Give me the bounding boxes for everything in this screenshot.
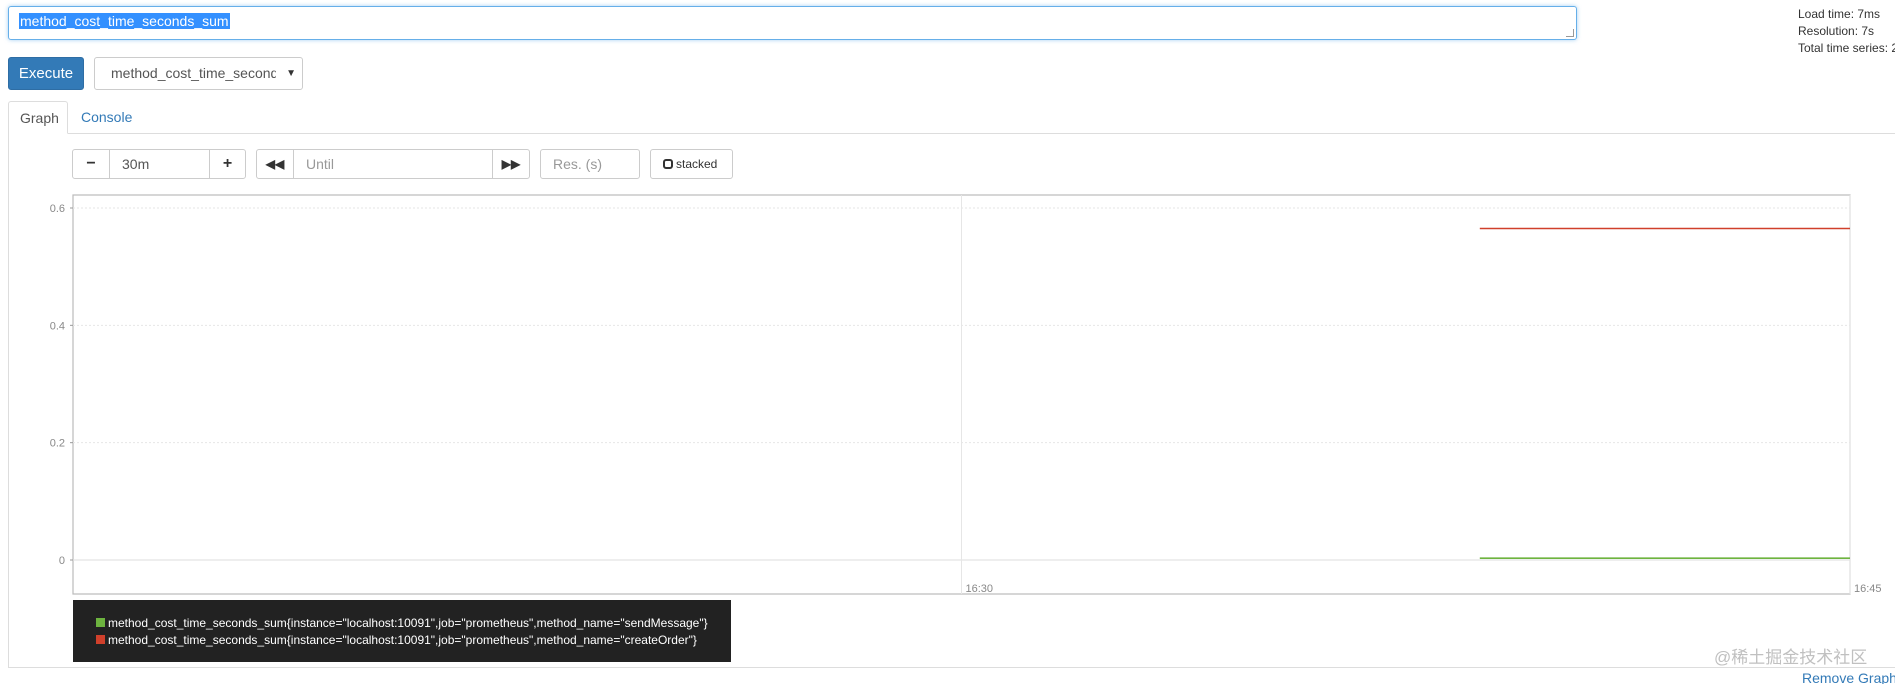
minus-icon: −	[86, 155, 96, 172]
x-tick-label: 16:45	[1854, 583, 1882, 595]
prometheus-query-page: method_cost_time_seconds_sum Load time: …	[0, 0, 1895, 684]
stacked-toggle-button[interactable]: stacked	[650, 149, 733, 179]
metric-select-value: method_cost_time_seconds_sum	[111, 65, 276, 81]
legend: method_cost_time_seconds_sum{instance="l…	[73, 600, 731, 662]
legend-label: method_cost_time_seconds_sum{instance="l…	[108, 616, 708, 630]
y-tick-label: 0.4	[50, 320, 65, 332]
expression-text: method_cost_time_seconds_sum	[19, 13, 230, 29]
y-tick-label: 0.6	[50, 203, 65, 215]
range-increase-button[interactable]: +	[209, 149, 246, 179]
time-back-button[interactable]: ◀◀	[256, 149, 294, 179]
caret-down-icon: ▼	[286, 68, 296, 79]
total-time-series: Total time series: 2	[1798, 41, 1895, 55]
forward-icon: ▶▶	[501, 157, 521, 171]
plus-icon: +	[222, 155, 233, 172]
resolution-stat: Resolution: 7s	[1798, 24, 1875, 38]
range-input[interactable]: 30m	[109, 149, 210, 179]
until-input[interactable]: Until	[293, 149, 493, 179]
resolution-input[interactable]: Res. (s)	[540, 149, 640, 179]
load-time: Load time: 7ms	[1798, 7, 1881, 21]
watermark: @稀土掘金技术社区	[1714, 648, 1868, 667]
execute-button[interactable]: Execute	[8, 57, 84, 90]
query-stats: Load time: 7ms Resolution: 7s Total time…	[1798, 6, 1895, 57]
line-chart[interactable]: 0 0.2 0.4 0.6 16:30 16:45	[0, 190, 1895, 602]
resize-handle-icon[interactable]	[1566, 29, 1574, 37]
expression-input[interactable]: method_cost_time_seconds_sum	[8, 6, 1577, 40]
remove-graph-link[interactable]: Remove Graph	[1802, 670, 1895, 684]
metric-select[interactable]: method_cost_time_seconds_sum ▼	[94, 57, 303, 90]
stacked-label: stacked	[676, 157, 718, 171]
x-tick-label: 16:30	[966, 583, 994, 595]
y-tick-label: 0	[59, 555, 65, 567]
legend-swatch-icon	[96, 635, 105, 644]
y-tick-label: 0.2	[50, 438, 65, 450]
time-forward-button[interactable]: ▶▶	[492, 149, 530, 179]
legend-swatch-icon	[96, 618, 105, 627]
tab-graph[interactable]: Graph	[8, 101, 68, 134]
range-decrease-button[interactable]: −	[72, 149, 110, 179]
toggle-off-icon	[663, 159, 673, 169]
tab-console[interactable]: Console	[70, 101, 143, 134]
backward-icon: ◀◀	[265, 157, 285, 171]
legend-label: method_cost_time_seconds_sum{instance="l…	[108, 633, 697, 647]
legend-item[interactable]: method_cost_time_seconds_sum{instance="l…	[96, 615, 731, 632]
legend-item[interactable]: method_cost_time_seconds_sum{instance="l…	[96, 632, 731, 649]
